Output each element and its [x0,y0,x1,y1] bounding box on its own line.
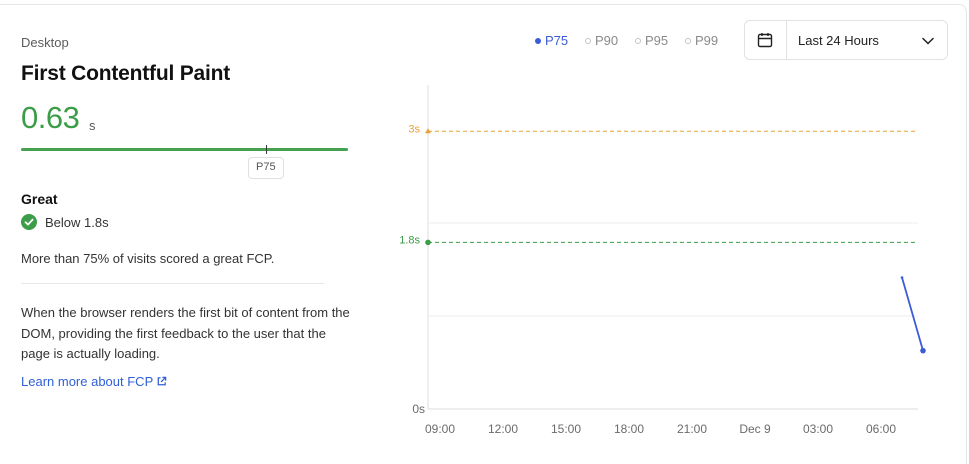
time-range-label: Last 24 Hours [798,33,879,48]
time-range-select[interactable]: Last 24 Hours [744,20,948,60]
legend-p95[interactable]: P95 [635,33,668,48]
chevron-down-icon [922,37,934,45]
threshold-text: Below 1.8s [45,215,109,230]
metric-value: 0.63 [21,100,80,135]
legend-p99[interactable]: P99 [685,33,718,48]
check-circle-icon [21,214,37,230]
legend-p75[interactable]: P75 [535,33,568,48]
learn-more-link[interactable]: Learn more about FCP [21,374,167,389]
calendar-icon [745,21,787,59]
external-link-icon [157,376,167,386]
learn-more-label: Learn more about FCP [21,374,154,389]
metric-description: When the browser renders the first bit o… [21,305,350,361]
percentile-marker-label: P75 [248,157,284,179]
rating-label: Great [21,191,58,207]
metric-title: First Contentful Paint [21,62,231,85]
legend-dot-icon [535,37,541,44]
legend-p90[interactable]: P90 [585,33,618,48]
legend-dot-icon [685,37,691,44]
metric-unit: s [89,118,96,133]
legend-label: P90 [595,33,619,48]
legend-label: P99 [695,33,719,48]
summary-text: More than 75% of visits scored a great F… [21,251,275,266]
divider [21,283,324,284]
legend-label: P75 [545,33,569,48]
percentile-marker-tick [266,145,267,154]
legend-dot-icon [585,37,591,44]
device-label: Desktop [21,35,69,50]
legend-dot-icon [635,37,641,44]
legend-label: P95 [645,33,669,48]
score-bar [21,148,348,151]
